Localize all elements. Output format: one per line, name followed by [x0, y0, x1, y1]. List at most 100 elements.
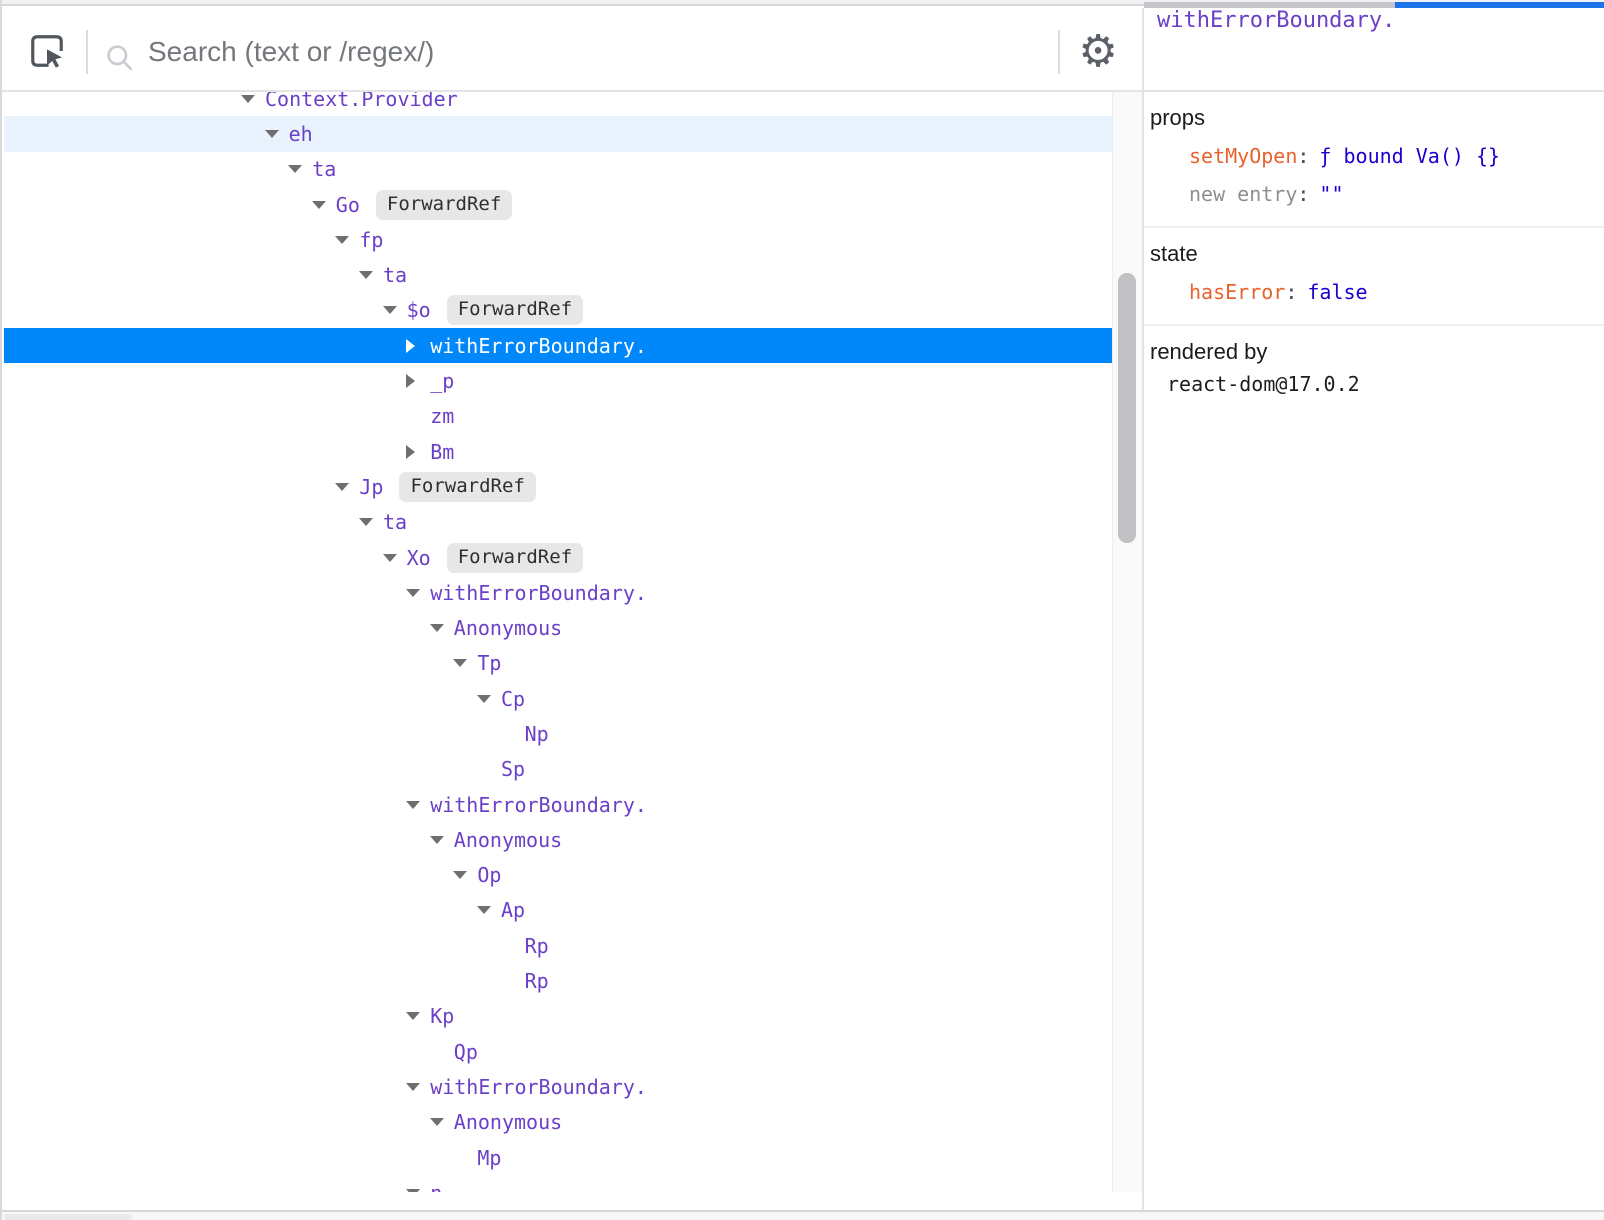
- tree-row[interactable]: Qp: [4, 1034, 1112, 1069]
- chevron-down-icon[interactable]: [383, 554, 407, 562]
- component-name: Rp: [525, 969, 549, 993]
- search-input[interactable]: [148, 28, 1028, 76]
- tree-row[interactable]: zm: [4, 399, 1112, 434]
- section-label: rendered by: [1150, 340, 1604, 364]
- horizontal-scrollbar-thumb[interactable]: [4, 1214, 132, 1220]
- prop-row[interactable]: hasError:false: [1150, 280, 1604, 304]
- chevron-down-icon[interactable]: [241, 95, 265, 103]
- search-icon: [104, 42, 136, 74]
- prop-value[interactable]: false: [1307, 280, 1367, 304]
- chevron-down-icon[interactable]: [477, 906, 501, 914]
- component-name: zm: [430, 404, 454, 428]
- tree-row[interactable]: GoForwardRef: [4, 187, 1112, 222]
- component-name: withErrorBoundary.: [430, 581, 647, 605]
- react-devtools-components-panel: withErrorBoundary. Context.ProviderehtaG…: [0, 0, 1604, 1220]
- chevron-down-icon[interactable]: [312, 201, 336, 209]
- devtools-top-edge: [2, 0, 1604, 6]
- tree-row[interactable]: ta: [4, 152, 1112, 187]
- tree-row[interactable]: Anonymous: [4, 822, 1112, 857]
- tree-scrollbar-thumb[interactable]: [1118, 273, 1136, 543]
- chevron-down-icon[interactable]: [430, 1118, 454, 1126]
- chevron-down-icon[interactable]: [477, 695, 501, 703]
- chevron-down-icon[interactable]: [265, 130, 289, 138]
- tree-row[interactable]: Anonymous: [4, 610, 1112, 645]
- tree-row[interactable]: Context.Provider: [4, 92, 1112, 116]
- chevron-down-icon[interactable]: [406, 589, 430, 597]
- tree-row[interactable]: Sp: [4, 752, 1112, 787]
- tree-row[interactable]: ta: [4, 257, 1112, 292]
- tree-toolbar: [2, 8, 1142, 92]
- tree-row[interactable]: Mp: [4, 1140, 1112, 1175]
- prop-row[interactable]: new entry:"": [1150, 182, 1604, 206]
- prop-key: setMyOpen: [1189, 144, 1297, 168]
- details-section: propssetMyOpen:ƒ bound Va() {}new entry:…: [1144, 92, 1604, 228]
- component-name: ta: [383, 263, 407, 287]
- chevron-down-icon[interactable]: [406, 801, 430, 809]
- chevron-down-icon[interactable]: [453, 659, 477, 667]
- horizontal-scrollbar-track[interactable]: [2, 1210, 1604, 1220]
- tree-row[interactable]: _p: [4, 363, 1112, 398]
- tree-row[interactable]: withErrorBoundary.: [4, 787, 1112, 822]
- tree-row[interactable]: Tp: [4, 646, 1112, 681]
- component-name: Op: [477, 863, 501, 887]
- component-name: _p: [430, 369, 454, 393]
- prop-value[interactable]: "": [1319, 182, 1343, 206]
- prop-key: hasError: [1189, 280, 1285, 304]
- chevron-right-icon[interactable]: [406, 339, 430, 353]
- tree-row[interactable]: Cp: [4, 681, 1112, 716]
- chevron-down-icon[interactable]: [335, 483, 359, 491]
- prop-key: new entry: [1189, 182, 1297, 206]
- component-name: Bm: [430, 440, 454, 464]
- chevron-right-icon[interactable]: [406, 445, 430, 459]
- tree-row[interactable]: fp: [4, 222, 1112, 257]
- chevron-down-icon[interactable]: [406, 1083, 430, 1091]
- toolbar-divider: [1058, 30, 1060, 74]
- tree-row[interactable]: Anonymous: [4, 1105, 1112, 1140]
- forwardref-badge: ForwardRef: [447, 543, 583, 573]
- tree-row[interactable]: n: [4, 1175, 1112, 1192]
- chevron-down-icon[interactable]: [383, 306, 407, 314]
- tree-row[interactable]: $oForwardRef: [4, 293, 1112, 328]
- tree-row[interactable]: withErrorBoundary.: [4, 1069, 1112, 1104]
- tree-row[interactable]: Op: [4, 858, 1112, 893]
- component-name: Xo: [407, 546, 431, 570]
- component-tree-list: Context.ProviderehtaGoForwardReffpta$oFo…: [4, 92, 1112, 1192]
- tree-row[interactable]: Rp: [4, 963, 1112, 998]
- chevron-down-icon[interactable]: [453, 871, 477, 879]
- component-name: eh: [289, 122, 313, 146]
- component-name: withErrorBoundary.: [430, 334, 647, 358]
- selected-component-title: withErrorBoundary.: [1144, 8, 1604, 92]
- chevron-down-icon[interactable]: [335, 236, 359, 244]
- chevron-down-icon[interactable]: [406, 1012, 430, 1020]
- forwardref-badge: ForwardRef: [447, 295, 583, 325]
- tree-row[interactable]: Rp: [4, 928, 1112, 963]
- tree-scrollbar-track[interactable]: [1112, 92, 1142, 1192]
- tree-row[interactable]: eh: [4, 116, 1112, 151]
- tree-row[interactable]: Ap: [4, 893, 1112, 928]
- chevron-down-icon[interactable]: [406, 1189, 430, 1192]
- component-name: Sp: [501, 757, 525, 781]
- component-name: withErrorBoundary.: [430, 1075, 647, 1099]
- chevron-down-icon[interactable]: [430, 624, 454, 632]
- active-tab-indicator: [1395, 2, 1604, 8]
- tree-row[interactable]: withErrorBoundary.: [4, 328, 1112, 363]
- tree-row[interactable]: Bm: [4, 434, 1112, 469]
- prop-row[interactable]: setMyOpen:ƒ bound Va() {}: [1150, 144, 1604, 168]
- tree-row[interactable]: withErrorBoundary.: [4, 575, 1112, 610]
- tree-row[interactable]: Xo ForwardRef: [4, 540, 1112, 575]
- prop-value[interactable]: ƒ bound Va() {}: [1319, 144, 1500, 168]
- inspect-element-button[interactable]: [28, 32, 66, 70]
- tree-row[interactable]: Np: [4, 716, 1112, 751]
- settings-gear-icon[interactable]: [1074, 26, 1122, 78]
- tree-row[interactable]: ta: [4, 505, 1112, 540]
- chevron-down-icon[interactable]: [359, 271, 383, 279]
- chevron-down-icon[interactable]: [430, 836, 454, 844]
- tree-row[interactable]: Kp: [4, 999, 1112, 1034]
- chevron-down-icon[interactable]: [359, 518, 383, 526]
- chevron-down-icon[interactable]: [288, 165, 312, 173]
- chevron-right-icon[interactable]: [406, 374, 430, 388]
- tree-row[interactable]: JpForwardRef: [4, 469, 1112, 504]
- forwardref-badge: ForwardRef: [399, 472, 535, 502]
- forwardref-badge: ForwardRef: [376, 190, 512, 220]
- renderer-version: react-dom@17.0.2: [1150, 372, 1604, 396]
